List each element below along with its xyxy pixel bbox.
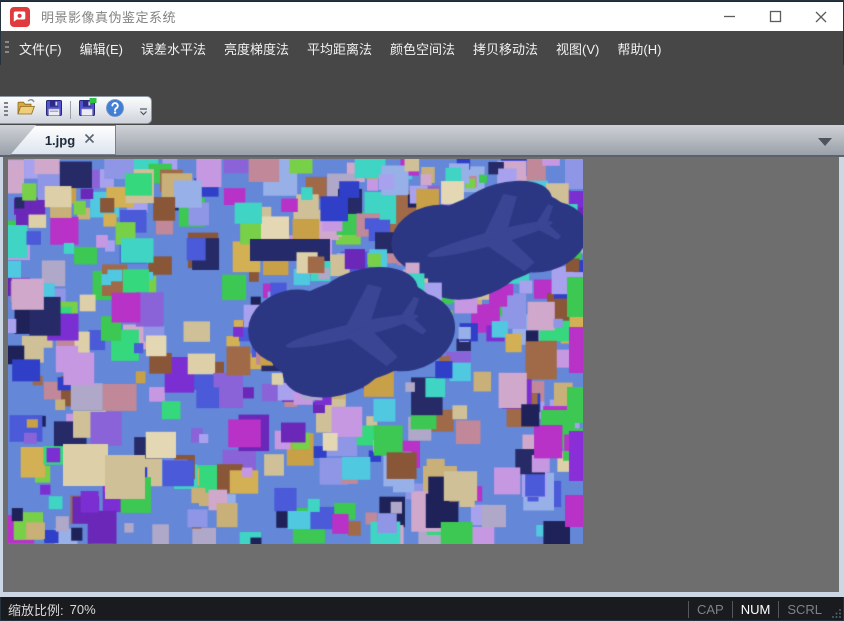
tab-list-dropdown-button[interactable] <box>818 138 832 146</box>
window-controls <box>706 2 844 31</box>
menu-item-color-space[interactable]: 颜色空间法 <box>382 31 463 65</box>
menu-item-help[interactable]: 帮助(H) <box>609 31 669 65</box>
menu-item-view[interactable]: 视图(V) <box>548 31 607 65</box>
analysis-image <box>8 159 583 544</box>
help-question-icon <box>104 97 126 124</box>
document-viewport <box>0 157 844 597</box>
floppy-disk-plus-icon <box>76 97 98 124</box>
close-button[interactable] <box>798 2 844 31</box>
folder-open-icon <box>15 97 37 124</box>
app-window: 明景影像真伪鉴定系统 文件(F) 编辑(E) 误差水平法 亮度梯度法 平均距离法… <box>0 0 844 621</box>
zoom-ratio-value: 70% <box>70 602 96 617</box>
menubar-grip-handle[interactable] <box>5 41 9 56</box>
title-bar: 明景影像真伪鉴定系统 <box>0 0 844 31</box>
tab-label: 1.jpg <box>31 133 75 148</box>
toolbar-separator <box>70 101 71 119</box>
menu-item-file[interactable]: 文件(F) <box>11 31 70 65</box>
tab-1jpg[interactable]: 1.jpg <box>10 125 116 155</box>
minimize-button[interactable] <box>706 2 752 31</box>
num-lock-indicator: NUM <box>733 602 779 617</box>
status-bar: 缩放比例: 70% CAP NUM SCRL <box>0 597 844 621</box>
menu-item-copy-move[interactable]: 拷贝移动法 <box>465 31 546 65</box>
open-file-button[interactable] <box>12 98 40 122</box>
toolbar-dock <box>0 65 844 125</box>
save-button[interactable] <box>40 98 68 122</box>
close-x-icon <box>84 131 95 149</box>
window-title: 明景影像真伪鉴定系统 <box>41 7 176 26</box>
toolbar <box>0 96 152 124</box>
menu-item-edit[interactable]: 编辑(E) <box>72 31 131 65</box>
chevron-down-icon <box>139 103 148 120</box>
tab-close-button[interactable] <box>84 131 95 149</box>
toolbar-grip-handle[interactable] <box>4 102 8 118</box>
zoom-ratio-label: 缩放比例: <box>8 600 64 619</box>
menu-item-average-distance[interactable]: 平均距离法 <box>299 31 380 65</box>
keyboard-indicators: CAP NUM SCRL <box>688 597 844 621</box>
app-logo-icon <box>10 7 30 27</box>
maximize-button[interactable] <box>752 2 798 31</box>
save-as-button[interactable] <box>73 98 101 122</box>
scroll-lock-indicator: SCRL <box>779 602 830 617</box>
window-resize-grip[interactable] <box>830 597 844 621</box>
menu-bar: 文件(F) 编辑(E) 误差水平法 亮度梯度法 平均距离法 颜色空间法 拷贝移动… <box>0 31 844 65</box>
toolbar-overflow-button[interactable] <box>139 103 148 121</box>
document-tab-bar: 1.jpg <box>0 125 844 157</box>
help-button[interactable] <box>101 98 129 122</box>
menu-item-luminance-gradient[interactable]: 亮度梯度法 <box>216 31 297 65</box>
floppy-disk-icon <box>43 97 65 124</box>
caps-lock-indicator: CAP <box>689 602 732 617</box>
menu-item-error-level-analysis[interactable]: 误差水平法 <box>133 31 214 65</box>
